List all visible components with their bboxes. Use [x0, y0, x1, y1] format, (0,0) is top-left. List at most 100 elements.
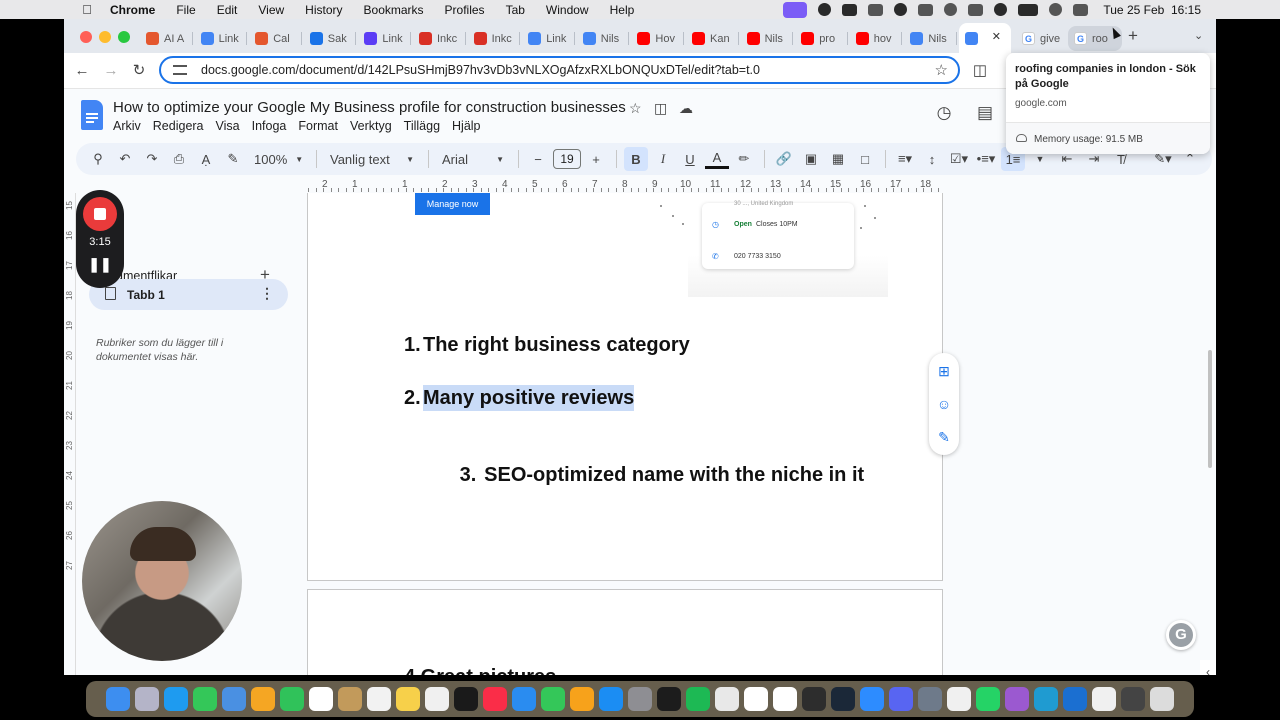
text-color-icon[interactable]: A	[705, 149, 729, 169]
reminders-icon[interactable]	[367, 687, 391, 711]
menu-visa[interactable]: Visa	[216, 119, 240, 133]
freeform-icon[interactable]	[425, 687, 449, 711]
version-history-icon[interactable]: ◷	[933, 103, 955, 125]
collapse-side-panel-icon[interactable]: ‹	[1200, 660, 1216, 675]
menu-infoga[interactable]: Infoga	[252, 119, 287, 133]
move-folder-icon[interactable]: ◫	[654, 100, 667, 117]
send-icon[interactable]	[1034, 687, 1058, 711]
tab-options-icon[interactable]: ⋮	[260, 285, 274, 302]
menu-tab[interactable]: Tab	[506, 3, 525, 17]
menu-redigera[interactable]: Redigera	[153, 119, 204, 133]
back-arrow-icon[interactable]: ←	[72, 61, 92, 81]
undo-icon[interactable]: ↶	[113, 147, 137, 171]
numbers-icon[interactable]	[541, 687, 565, 711]
cloud-icon[interactable]	[918, 3, 934, 16]
forward-arrow-icon[interactable]: →	[101, 61, 121, 81]
italic-icon[interactable]: I	[651, 147, 675, 171]
grammarly-icon[interactable]	[894, 3, 908, 16]
script-icon[interactable]	[947, 687, 971, 711]
browser-tab[interactable]: hov	[850, 26, 903, 51]
wifi-icon[interactable]	[968, 3, 984, 16]
star-icon[interactable]: ☆	[629, 100, 642, 117]
comments-icon[interactable]: ▤	[974, 103, 996, 125]
pause-icon[interactable]: ❚❚	[76, 256, 124, 273]
cloud-status-icon[interactable]: ☁	[679, 100, 693, 117]
browser-tab[interactable]: Inkc	[413, 26, 466, 51]
highlight-icon[interactable]: ✏	[732, 147, 756, 171]
paragraph-style-select[interactable]: Vanlig text ▼	[324, 147, 420, 171]
tv-icon[interactable]	[454, 687, 478, 711]
search-menus-icon[interactable]: ⚲	[86, 147, 110, 171]
grammarly-icon[interactable]: G	[1166, 620, 1196, 650]
menu-format[interactable]: Format	[298, 119, 338, 133]
discord-icon[interactable]	[889, 687, 913, 711]
trash-icon[interactable]	[1150, 687, 1174, 711]
bold-icon[interactable]: B	[624, 147, 648, 171]
calendar-icon[interactable]	[309, 687, 333, 711]
menu-arkiv[interactable]: Arkiv	[113, 119, 141, 133]
scrollbar-thumb[interactable]	[1208, 350, 1212, 468]
add-comment-icon[interactable]: ▣	[799, 147, 823, 171]
zoom-icon[interactable]	[860, 687, 884, 711]
extensions-icon[interactable]: ◫	[970, 61, 990, 81]
document-page[interactable]: Manage now 30 ..., United Kingdom ◷ Open…	[307, 193, 943, 581]
activity-icon[interactable]	[802, 687, 826, 711]
finder-icon[interactable]	[106, 687, 130, 711]
apple-menu-icon[interactable]: 	[78, 2, 96, 17]
browser-tab[interactable]: Nils	[904, 26, 957, 51]
emoji-reaction-icon[interactable]: ☺	[936, 396, 952, 412]
browser-tab[interactable]: Nils	[741, 26, 794, 51]
browser-tab[interactable]: pro	[795, 26, 848, 51]
spellcheck-icon[interactable]: Ạ	[194, 147, 218, 171]
menu-help[interactable]: Help	[610, 3, 635, 17]
whatsapp-icon[interactable]	[976, 687, 1000, 711]
terminal-icon[interactable]	[657, 687, 681, 711]
list-item-1[interactable]: 1. The right business category	[404, 334, 690, 357]
menu-tillagg[interactable]: Tillägg	[404, 119, 440, 133]
list-item-3[interactable]: 3. SEO-optimized name with the niche in …	[404, 441, 865, 510]
tab-give[interactable]: G give	[1016, 26, 1066, 51]
browser-tab[interactable]: AI A	[140, 26, 193, 51]
slack-icon[interactable]	[773, 687, 797, 711]
browser-tab[interactable]: Cal	[249, 26, 302, 51]
zoom-select[interactable]: 100% ▼	[248, 147, 308, 171]
menu-file[interactable]: File	[176, 3, 195, 17]
launchpad-icon[interactable]	[135, 687, 159, 711]
decrease-font-size-icon[interactable]: −	[526, 147, 550, 171]
menu-hjalp[interactable]: Hjälp	[452, 119, 481, 133]
minimize-window-button[interactable]	[99, 31, 111, 43]
sidebar-tab-item[interactable]: Tabb 1 ⋮	[89, 279, 288, 310]
menu-history[interactable]: History	[305, 3, 342, 17]
suggest-edits-icon[interactable]: ✎	[936, 429, 952, 445]
docs-logo-icon[interactable]	[81, 100, 103, 130]
photos-icon[interactable]	[251, 687, 275, 711]
tab-search-chevron-icon[interactable]: ⌄	[1194, 29, 1203, 42]
menu-edit[interactable]: Edit	[217, 3, 238, 17]
font-size-input[interactable]: 19	[553, 149, 581, 169]
mail-icon[interactable]	[222, 687, 246, 711]
podcasts-icon[interactable]	[1005, 687, 1029, 711]
battery-icon[interactable]	[1018, 3, 1039, 16]
remote-icon[interactable]	[918, 687, 942, 711]
close-tab-icon[interactable]: ✕	[992, 30, 1001, 43]
browser-tab[interactable]: Link	[358, 26, 411, 51]
font-family-select[interactable]: Arial ▼	[436, 147, 510, 171]
insert-link-icon[interactable]: 🔗	[772, 147, 796, 171]
address-bar[interactable]: docs.google.com/document/d/142LPsuSHmjB9…	[159, 56, 960, 84]
screen-recorder-icon[interactable]	[783, 1, 808, 18]
menu-window[interactable]: Window	[546, 3, 589, 17]
play-icon[interactable]	[994, 3, 1008, 16]
browser-tab[interactable]: Sak	[304, 26, 357, 51]
facetime-icon[interactable]	[280, 687, 304, 711]
notion-icon[interactable]	[842, 3, 858, 16]
stop-recording-button[interactable]	[83, 197, 117, 231]
menu-view[interactable]: View	[258, 3, 284, 17]
brightness-icon[interactable]	[944, 3, 958, 16]
zoom-window-button[interactable]	[118, 31, 130, 43]
print-icon[interactable]: ⎙	[167, 147, 191, 171]
menu-app-chrome[interactable]: Chrome	[110, 3, 155, 17]
browser-tab[interactable]: Hov	[631, 26, 684, 51]
menu-profiles[interactable]: Profiles	[445, 3, 485, 17]
reload-icon[interactable]: ↻	[129, 61, 149, 81]
pages-icon[interactable]	[570, 687, 594, 711]
